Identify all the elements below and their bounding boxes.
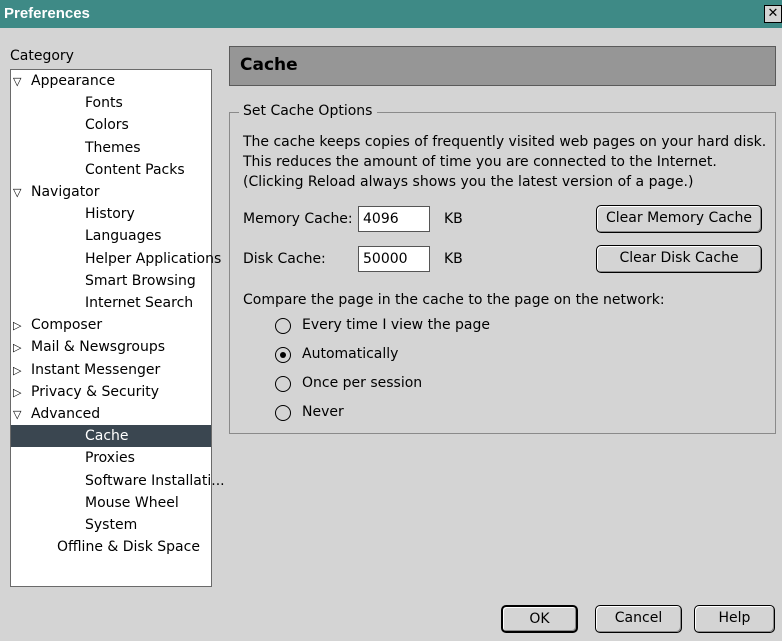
memory-cache-field[interactable]: 4096: [358, 206, 430, 232]
cache-description: The cache keeps copies of frequently vis…: [243, 134, 767, 190]
help-button[interactable]: Help: [694, 605, 775, 633]
panel-title: Cache: [240, 55, 298, 75]
tree-item-label: Software Installati...: [85, 472, 225, 489]
collapsed-triangle-icon[interactable]: ▷: [11, 382, 31, 404]
close-icon: ✕: [767, 6, 779, 21]
clear-memory-cache-button[interactable]: Clear Memory Cache: [596, 205, 762, 233]
expanded-triangle-icon[interactable]: ▽: [11, 404, 31, 426]
tree-item-label: Proxies: [85, 450, 135, 467]
radio-label[interactable]: Every time I view the page: [302, 317, 490, 333]
tree-item[interactable]: ▽ Appearance: [11, 70, 115, 92]
tree-item-label: Languages: [85, 228, 162, 245]
tree-item-label: Navigator: [31, 184, 100, 200]
memory-cache-label: Memory Cache:: [243, 211, 353, 227]
tree-item-label: Advanced: [31, 406, 101, 422]
tree-item-label: Fonts: [85, 95, 123, 112]
radio-button[interactable]: [275, 347, 291, 363]
tree-item[interactable]: Colors: [85, 114, 129, 136]
tree-item[interactable]: System: [85, 514, 137, 536]
panel-header: Cache: [229, 46, 776, 86]
tree-item-label: Cache: [85, 428, 129, 445]
tree-item-label: Content Packs: [85, 161, 185, 178]
tree-item[interactable]: Themes: [85, 137, 141, 159]
collapsed-triangle-icon[interactable]: ▷: [11, 315, 31, 337]
tree-item[interactable]: ▽ Advanced: [11, 403, 100, 425]
tree-item[interactable]: ▷ Instant Messenger: [11, 359, 160, 381]
disk-cache-field[interactable]: 50000: [358, 246, 430, 272]
tree-item[interactable]: Fonts: [85, 92, 123, 114]
tree-item[interactable]: Languages: [85, 225, 161, 247]
radio-label[interactable]: Never: [302, 404, 344, 420]
tree-item-label: History: [85, 206, 135, 223]
tree-item-label: Internet Search: [85, 295, 194, 311]
radio-button[interactable]: [275, 405, 291, 421]
group-label: Set Cache Options: [239, 103, 378, 119]
tree-item[interactable]: Cache: [11, 425, 211, 448]
tree-item-label: Smart Browsing: [85, 272, 196, 289]
close-button[interactable]: ✕: [764, 5, 782, 23]
ok-button[interactable]: OK: [501, 605, 578, 633]
tree-item[interactable]: Software Installati...: [85, 470, 225, 492]
tree-item[interactable]: ▷ Composer: [11, 314, 102, 336]
radio-button[interactable]: [275, 376, 291, 392]
tree-item-label: Helper Applications: [85, 250, 222, 267]
tree-item[interactable]: Proxies: [85, 447, 135, 469]
tree-item-label: Mail & Newsgroups: [31, 339, 166, 356]
category-tree[interactable]: ▽ Appearance Fonts Colors Themes Content Pack…: [10, 69, 225, 587]
tree-item-label: System: [85, 517, 138, 533]
radio-button[interactable]: [275, 318, 291, 334]
tree-item-label: Themes: [85, 139, 141, 156]
disk-cache-unit: KB: [444, 251, 463, 267]
collapsed-triangle-icon[interactable]: ▷: [11, 337, 31, 359]
window-title: Preferences: [4, 5, 90, 22]
tree-item[interactable]: Mouse Wheel: [85, 492, 179, 514]
cancel-button[interactable]: Cancel: [595, 605, 682, 633]
expanded-triangle-icon[interactable]: ▽: [11, 182, 31, 204]
tree-item-label: Mouse Wheel: [85, 494, 179, 511]
tree-item[interactable]: ▷ Mail & Newsgroups: [11, 336, 165, 358]
radio-label[interactable]: Automatically: [302, 346, 398, 362]
tree-item-label: Colors: [85, 117, 129, 134]
tree-item-label: Composer: [31, 317, 103, 334]
tree-item-label: Instant Messenger: [31, 361, 161, 378]
tree-item[interactable]: Offline & Disk Space: [57, 536, 200, 558]
tree-item[interactable]: History: [85, 203, 135, 225]
tree-item-label: Privacy & Security: [31, 383, 159, 400]
compare-label: Compare the page in the cache to the pag…: [243, 292, 665, 308]
category-label: Category: [10, 48, 74, 64]
radio-label[interactable]: Once per session: [302, 375, 422, 391]
tree-item-label: Offline & Disk Space: [57, 539, 200, 556]
expanded-triangle-icon[interactable]: ▽: [11, 71, 31, 93]
tree-item[interactable]: Smart Browsing: [85, 270, 196, 292]
disk-cache-label: Disk Cache:: [243, 251, 326, 267]
clear-disk-cache-button[interactable]: Clear Disk Cache: [596, 245, 762, 273]
tree-item[interactable]: ▷ Privacy & Security: [11, 381, 159, 403]
radio-selected-dot: [279, 351, 286, 358]
memory-cache-unit: KB: [444, 211, 463, 227]
tree-item[interactable]: ▽ Navigator: [11, 181, 100, 203]
tree-item[interactable]: Internet Search: [85, 292, 193, 314]
tree-item[interactable]: Helper Applications: [85, 248, 221, 270]
tree-item[interactable]: Content Packs: [85, 159, 185, 181]
title-bar: Preferences ✕: [0, 0, 782, 28]
tree-item-label: Appearance: [31, 73, 116, 89]
collapsed-triangle-icon[interactable]: ▷: [11, 360, 31, 382]
